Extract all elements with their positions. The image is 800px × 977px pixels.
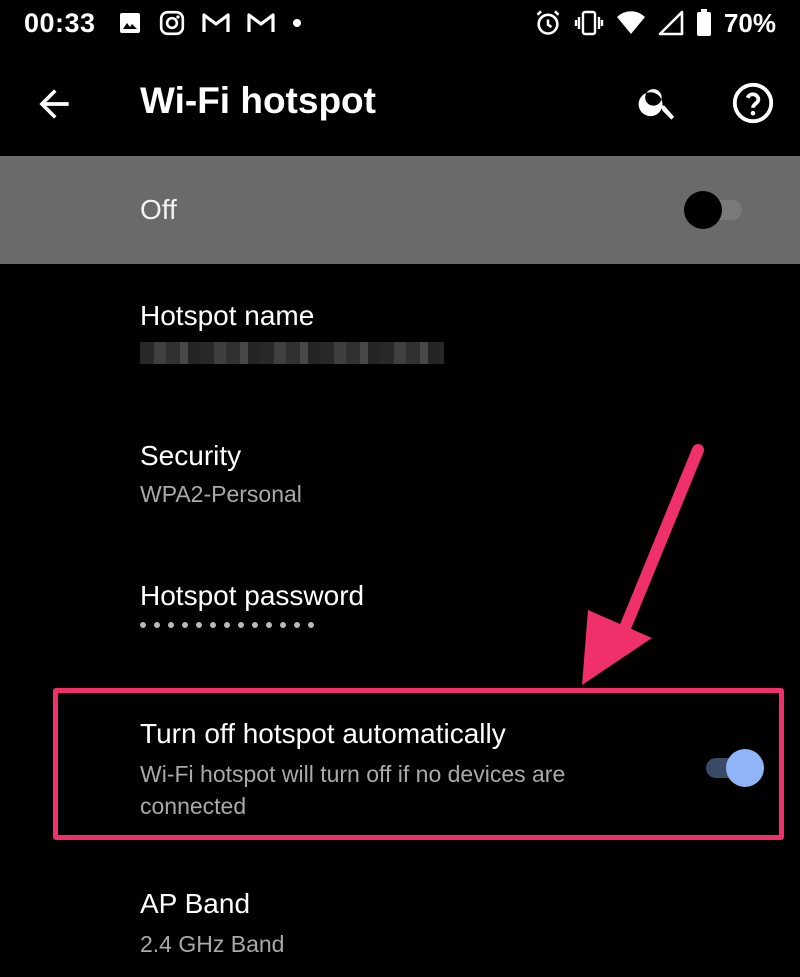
gmail-icon <box>247 13 275 32</box>
help-button[interactable] <box>730 80 776 126</box>
battery-percent: 70% <box>723 7 776 38</box>
ap-band-title: AP Band <box>140 888 251 919</box>
alarm-icon <box>536 10 560 35</box>
master-switch-label: Off <box>140 194 177 225</box>
hotspot-toggle[interactable] <box>684 190 746 230</box>
page-title: Wi-Fi hotspot <box>140 80 376 121</box>
hotspot-name-title: Hotspot name <box>140 300 315 331</box>
hotspot-master-switch-bar[interactable]: Off <box>0 156 800 264</box>
password-dot <box>196 622 202 628</box>
password-dot <box>224 622 230 628</box>
status-time: 00:33 <box>24 8 96 38</box>
app-bar: Wi-Fi hotspot <box>0 50 800 156</box>
annotation-highlight-box <box>53 688 784 840</box>
password-dot <box>308 622 314 628</box>
security-value: WPA2-Personal <box>140 481 302 507</box>
back-button[interactable] <box>32 82 76 126</box>
password-dot <box>266 622 272 628</box>
password-dot <box>140 622 146 628</box>
help-circle-icon <box>732 82 774 124</box>
vibrate-icon <box>574 10 604 36</box>
hotspot-name-value-redacted <box>140 342 444 364</box>
password-dot <box>168 622 174 628</box>
password-dot <box>238 622 244 628</box>
search-button[interactable] <box>636 80 680 124</box>
toggle-thumb <box>684 191 722 229</box>
signal-icon <box>658 10 684 36</box>
instagram-icon <box>159 10 185 36</box>
password-dot <box>252 622 258 628</box>
search-icon <box>638 89 675 120</box>
password-masked <box>140 622 314 628</box>
password-title: Hotspot password <box>140 580 365 611</box>
password-dot <box>210 622 216 628</box>
password-dot <box>182 622 188 628</box>
arrow-back-icon <box>39 89 69 119</box>
battery-icon <box>696 9 711 36</box>
setting-ap-band[interactable]: AP Band 2.4 GHz Band <box>0 852 800 977</box>
annotation-arrow-icon <box>582 444 704 685</box>
ap-band-value: 2.4 GHz Band <box>140 931 285 957</box>
password-dot <box>294 622 300 628</box>
gmail-icon <box>202 13 230 32</box>
password-dot <box>280 622 286 628</box>
password-dot <box>154 622 160 628</box>
image-icon <box>120 13 140 33</box>
setting-hotspot-name[interactable]: Hotspot name <box>0 264 800 394</box>
dot-icon <box>293 19 301 27</box>
wifi-icon <box>616 11 645 35</box>
notification-icons <box>118 8 302 38</box>
security-title: Security <box>140 440 242 471</box>
status-bar: 00:33 70% <box>0 0 800 50</box>
system-icons: 70% <box>534 8 776 38</box>
